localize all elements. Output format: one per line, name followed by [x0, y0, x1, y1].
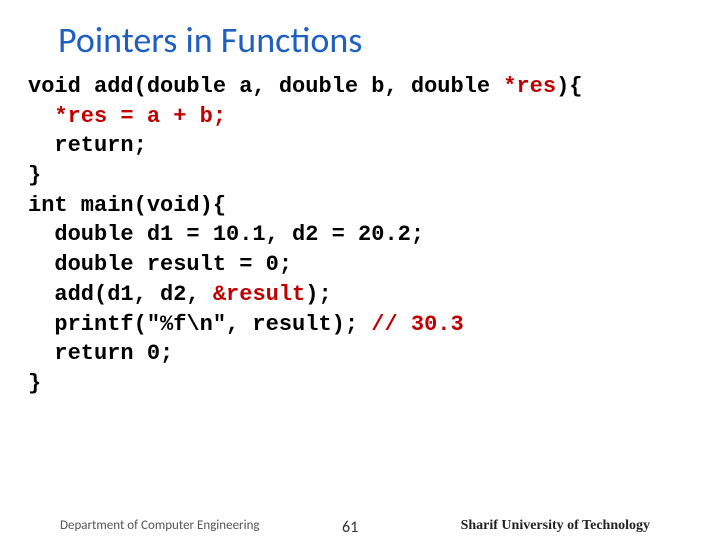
footer-dept: Department of Computer Engineering	[60, 518, 260, 533]
code-line-2: *res = a + b;	[28, 104, 226, 129]
code-line-5: int main(void){	[28, 193, 226, 218]
code-line-4: }	[28, 163, 41, 188]
code-line-8b: &result	[213, 282, 305, 307]
code-line-8c: );	[305, 282, 331, 307]
code-line-1c: ){	[556, 74, 582, 99]
code-line-3: return;	[28, 133, 147, 158]
code-line-6: double d1 = 10.1, d2 = 20.2;	[28, 222, 424, 247]
code-block: void add(double a, double b, double *res…	[0, 72, 720, 399]
code-line-1a: void add(double a, double b, double	[28, 74, 503, 99]
code-line-9b: // 30.3	[371, 312, 463, 337]
slide-title: Pointers in Functions	[0, 0, 720, 72]
code-line-10: return 0;	[28, 341, 173, 366]
code-line-9a: printf("%f\n", result);	[28, 312, 371, 337]
code-line-11: }	[28, 371, 41, 396]
code-line-7: double result = 0;	[28, 252, 292, 277]
footer-uni: Sharif University of Technology	[461, 518, 650, 534]
footer-page: 61	[342, 518, 358, 537]
code-line-8a: add(d1, d2,	[28, 282, 213, 307]
code-line-1b: *res	[503, 74, 556, 99]
slide: Pointers in Functions void add(double a,…	[0, 0, 720, 540]
